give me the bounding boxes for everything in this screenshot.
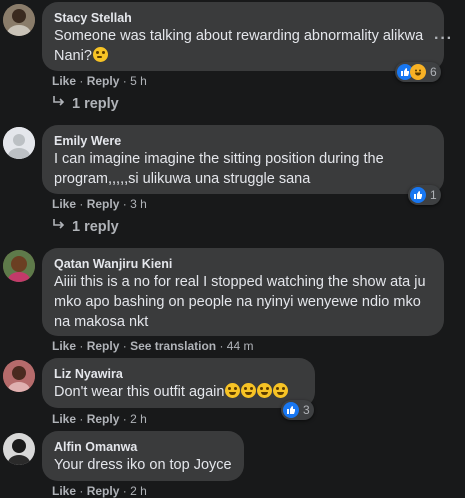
- like-button[interactable]: Like: [52, 339, 76, 353]
- avatar-image: [3, 360, 35, 392]
- reaction-summary[interactable]: 1: [408, 185, 441, 205]
- comment-text-content: Don't wear this outfit again: [54, 384, 225, 400]
- comment-actions: Like · Reply · See translation · 44 m: [52, 339, 253, 353]
- comment-time[interactable]: 3 h: [130, 197, 147, 211]
- separator: ·: [122, 484, 127, 498]
- see-translation-link[interactable]: See translation: [130, 339, 216, 353]
- reply-arrow-icon: [52, 96, 66, 112]
- reaction-count: 6: [430, 65, 437, 79]
- more-options-icon[interactable]: ···: [434, 30, 453, 48]
- reaction-summary[interactable]: 6: [395, 62, 441, 82]
- avatar-image: [3, 4, 35, 36]
- comment-bubble: Emily Were I can imagine imagine the sit…: [42, 125, 444, 194]
- separator: ·: [122, 197, 127, 211]
- avatar-image: [3, 433, 35, 465]
- view-replies-link[interactable]: 1 reply: [52, 96, 119, 112]
- separator: ·: [122, 412, 127, 426]
- haha-icon: [410, 64, 426, 80]
- comment-author[interactable]: Qatan Wanjiru Kieni: [54, 256, 432, 272]
- reaction-count: 3: [303, 403, 310, 417]
- like-icon: [410, 187, 426, 203]
- comment-time[interactable]: 5 h: [130, 74, 147, 88]
- replies-count-label: 1 reply: [72, 96, 119, 112]
- like-button[interactable]: Like: [52, 484, 76, 498]
- replies-count-label: 1 reply: [72, 219, 119, 235]
- laughing-emoji-icon: [241, 383, 257, 398]
- comment-time[interactable]: 2 h: [130, 412, 147, 426]
- separator: ·: [79, 74, 84, 88]
- reply-button[interactable]: Reply: [87, 197, 120, 211]
- comment-actions: Like · Reply · 5 h: [52, 74, 147, 88]
- comment-bubble: Stacy Stellah Someone was talking about …: [42, 2, 444, 71]
- laughing-emoji-icon: [225, 383, 241, 398]
- like-button[interactable]: Like: [52, 412, 76, 426]
- avatar[interactable]: [3, 4, 35, 36]
- avatar[interactable]: [3, 433, 35, 465]
- reply-button[interactable]: Reply: [87, 484, 120, 498]
- comment-bubble: Alfin Omanwa Your dress iko on top Joyce: [42, 431, 244, 481]
- default-avatar-icon: [3, 127, 35, 159]
- comment-text: Your dress iko on top Joyce: [54, 457, 232, 473]
- comment-author[interactable]: Emily Were: [54, 133, 432, 149]
- separator: ·: [79, 339, 84, 353]
- reply-button[interactable]: Reply: [87, 74, 120, 88]
- reaction-count: 1: [430, 188, 437, 202]
- separator: ·: [79, 484, 84, 498]
- comment-text: Don't wear this outfit again: [54, 382, 303, 402]
- separator: ·: [79, 197, 84, 211]
- reply-arrow-icon: [52, 219, 66, 235]
- comment-text: Aiiii this is a no for real I stopped wa…: [54, 274, 426, 330]
- separator: ·: [79, 412, 84, 426]
- reply-button[interactable]: Reply: [87, 339, 120, 353]
- comment-author[interactable]: Alfin Omanwa: [54, 439, 232, 455]
- thinking-emoji-icon: [92, 47, 108, 62]
- laughing-emoji-icon: [257, 383, 273, 398]
- avatar[interactable]: [3, 360, 35, 392]
- comment-time[interactable]: 44 m: [227, 339, 254, 353]
- avatar-image: [3, 250, 35, 282]
- comment-actions: Like · Reply · 2 h: [52, 412, 147, 426]
- avatar[interactable]: [3, 127, 35, 159]
- comment-author[interactable]: Liz Nyawira: [54, 366, 303, 382]
- comment-author[interactable]: Stacy Stellah: [54, 10, 432, 26]
- laughing-emoji-icon: [273, 383, 289, 398]
- comment-time[interactable]: 2 h: [130, 484, 147, 498]
- view-replies-link[interactable]: 1 reply: [52, 219, 119, 235]
- comment-text-content: Someone was talking about rewarding abno…: [54, 28, 424, 64]
- separator: ·: [122, 74, 127, 88]
- comment-text: Someone was talking about rewarding abno…: [54, 26, 432, 66]
- comment-bubble: Qatan Wanjiru Kieni Aiiii this is a no f…: [42, 248, 444, 336]
- comment-text: I can imagine imagine the sitting positi…: [54, 151, 384, 187]
- separator: ·: [219, 339, 224, 353]
- reply-button[interactable]: Reply: [87, 412, 120, 426]
- reaction-summary[interactable]: 3: [281, 400, 314, 420]
- comment-actions: Like · Reply · 2 h: [52, 484, 147, 498]
- like-button[interactable]: Like: [52, 74, 76, 88]
- separator: ·: [122, 339, 127, 353]
- comment-bubble: Liz Nyawira Don't wear this outfit again: [42, 358, 315, 408]
- comment-actions: Like · Reply · 3 h: [52, 197, 147, 211]
- avatar[interactable]: [3, 250, 35, 282]
- like-icon: [283, 402, 299, 418]
- like-button[interactable]: Like: [52, 197, 76, 211]
